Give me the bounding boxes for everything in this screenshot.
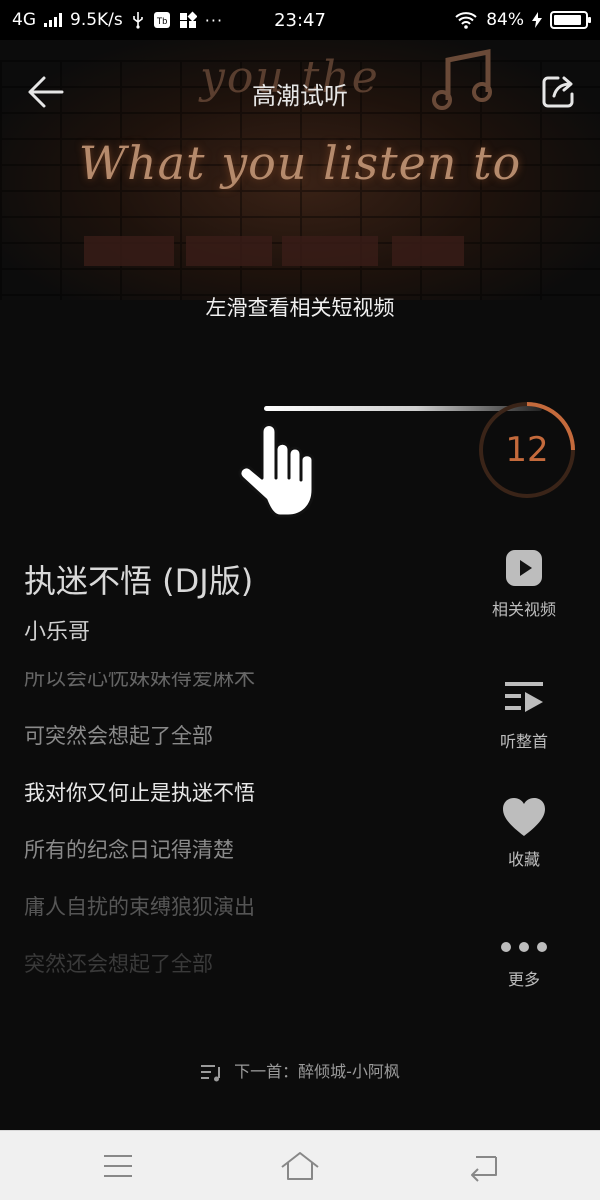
swipe-hint: 左滑查看相关短视频 <box>205 296 395 320</box>
home-icon <box>281 1152 319 1180</box>
countdown-number: 12 <box>505 430 549 470</box>
lyric-line: 所以会心忧妹妹得爱麻木 <box>24 666 255 690</box>
share-icon <box>542 76 574 108</box>
network-type: 4G <box>12 10 36 30</box>
heart-icon <box>503 798 545 836</box>
related-video-button[interactable]: 相关视频 <box>478 548 570 620</box>
svg-text:Tb: Tb <box>157 16 168 26</box>
home-button[interactable] <box>280 1147 320 1185</box>
lyric-line-current: 我对你又何止是执迷不悟 <box>24 781 255 805</box>
lyric-line: 可突然会想起了全部 <box>24 724 213 748</box>
lyrics-panel[interactable]: 所以会心忧妹妹得爱麻木 可突然会想起了全部 我对你又何止是执迷不悟 所有的纪念日… <box>24 664 444 994</box>
next-song-label: 下一首：醉倾城-小阿枫 <box>234 1062 400 1081</box>
notification-icon: Tb <box>153 12 170 28</box>
network-speed: 9.5K/s <box>70 10 123 30</box>
hero-decor <box>186 236 272 266</box>
neon-sign-main: What you listen to <box>78 136 522 190</box>
system-nav-bar <box>0 1130 600 1200</box>
more-notifications-icon: ··· <box>204 10 224 30</box>
status-right: 84% <box>454 10 591 30</box>
status-bar: 4G 9.5K/s Tb ··· 23:47 84% <box>0 0 600 40</box>
more-dots-icon <box>501 942 547 952</box>
lyric-line: 庸人自扰的束缚狼狈演出 <box>24 895 255 919</box>
full-song-label: 听整首 <box>499 732 548 751</box>
song-title: 执迷不悟 (DJ版) <box>24 562 254 600</box>
lyric-line: 所有的纪念日记得清楚 <box>24 838 234 862</box>
hand-swipe-icon <box>238 423 315 518</box>
charging-icon <box>532 12 542 28</box>
more-label: 更多 <box>507 970 540 989</box>
next-song[interactable]: 下一首：醉倾城-小阿枫 <box>0 1058 600 1083</box>
full-song-button[interactable]: 听整首 <box>478 678 570 752</box>
lyric-line: 突然还会想起了全部 <box>24 952 213 976</box>
signal-icon <box>44 13 62 27</box>
top-bar: 高潮试听 <box>0 60 600 124</box>
return-icon <box>471 1156 497 1182</box>
back-nav-button[interactable] <box>462 1147 502 1185</box>
status-left: 4G 9.5K/s Tb ··· <box>12 10 223 30</box>
wifi-icon <box>455 12 477 29</box>
favorite-button[interactable]: 收藏 <box>478 796 570 870</box>
play-icon <box>506 550 542 586</box>
artist-name[interactable]: 小乐哥 <box>24 614 90 646</box>
favorite-label: 收藏 <box>507 850 540 869</box>
hero-decor <box>282 236 378 266</box>
share-button[interactable] <box>538 72 578 112</box>
usb-icon <box>132 12 143 29</box>
more-button[interactable]: 更多 <box>478 936 570 990</box>
battery-icon <box>550 11 591 29</box>
hero-decor <box>392 236 464 266</box>
menu-icon <box>104 1155 132 1177</box>
related-video-label: 相关视频 <box>491 600 556 619</box>
next-song-icon <box>201 1064 221 1081</box>
hero-decor <box>84 236 174 266</box>
playlist-icon <box>505 682 543 712</box>
app-notification-icon <box>179 11 197 28</box>
page-title: 高潮试听 <box>252 82 348 110</box>
battery-percent: 84% <box>486 10 524 30</box>
menu-button[interactable] <box>98 1147 138 1185</box>
